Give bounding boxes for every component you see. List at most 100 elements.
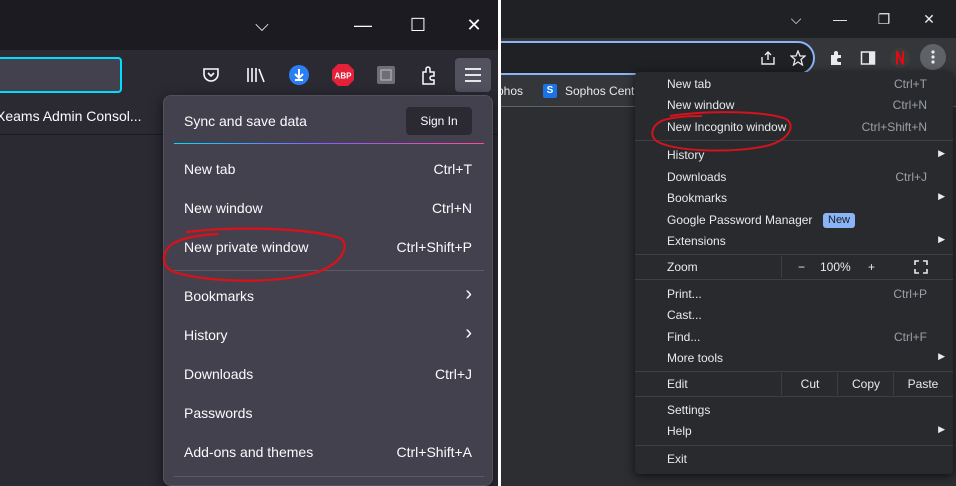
netflix-extension-icon[interactable] [889,47,911,69]
menu-item-addons[interactable]: Add-ons and themes Ctrl+Shift+A [164,434,492,470]
menu-item-label: More tools [667,351,724,365]
menu-item-label: History [667,148,705,162]
minimize-button[interactable]: — [828,8,852,30]
copy-button[interactable]: Copy [837,373,894,395]
menu-item-label: Google Password Manager [667,213,813,227]
zoom-controls: − 100% + [781,256,954,278]
cut-button[interactable]: Cut [781,373,838,395]
menu-item-new-window[interactable]: New window Ctrl+N [635,95,953,116]
submenu-arrow-icon: ▶ [938,148,945,158]
menu-item-label: Settings [667,403,711,417]
accent-divider [174,143,484,144]
menu-item-cast[interactable]: Cast... [635,305,953,326]
menu-item-more-tools[interactable]: More tools ▶ [635,348,953,369]
menu-separator [635,279,953,280]
menu-item-help[interactable]: Help ▶ [635,421,953,442]
menu-item-new-tab[interactable]: New tab Ctrl+T [164,151,492,187]
menu-item-shortcut: Ctrl+P [893,287,927,301]
extension-square-icon[interactable] [373,62,399,88]
tab-search-button[interactable]: ⌵ [784,8,808,30]
menu-item-shortcut: Ctrl+J [895,170,927,184]
menu-item-exit[interactable]: Exit [635,449,953,470]
menu-item-new-window[interactable]: New window Ctrl+N [164,190,492,226]
menu-separator [635,445,953,446]
extensions-puzzle-icon[interactable] [826,47,848,69]
menu-item-label: Downloads [667,170,727,184]
menu-item-shortcut: Ctrl+T [433,161,473,177]
side-panel-icon[interactable] [857,47,879,69]
hamburger-menu-button[interactable] [455,58,491,92]
menu-item-bookmarks[interactable]: Bookmarks › [164,278,492,314]
close-button[interactable]: ✕ [461,13,487,37]
restore-button[interactable]: ❐ [872,8,896,30]
menu-item-history[interactable]: History › [164,317,492,353]
menu-item-label: Downloads [184,366,254,382]
paste-button[interactable]: Paste [893,373,952,395]
abp-label: ABP [335,72,353,81]
hamburger-icon [465,68,481,82]
star-icon[interactable] [788,48,808,68]
menu-item-shortcut: Ctrl+N [431,200,472,216]
menu-item-password-manager[interactable]: Google Password Manager New [635,210,953,231]
list-all-tabs-button[interactable]: ⌵ [249,13,275,37]
chrome-window: ⌵ — ❐ ✕ phos S Sophos Centr New tab Ctrl… [501,0,956,486]
menu-item-print[interactable]: Print... Ctrl+P [635,284,953,305]
menu-item-shortcut: Ctrl+Shift+P [396,239,472,255]
chrome-main-menu: New tab Ctrl+T New window Ctrl+N New Inc… [635,72,953,474]
maximize-button[interactable]: ☐ [405,13,431,37]
menu-item-extensions[interactable]: Extensions ▶ [635,231,953,252]
menu-item-passwords[interactable]: Passwords [164,395,492,431]
kebab-icon [931,50,935,64]
firefox-window: ⌵ — ☐ ✕ ABP Xeams Admin Consol... Sync a… [0,0,498,486]
submenu-arrow-icon: ▶ [938,191,945,201]
menu-item-label: Passwords [184,405,253,421]
menu-item-history[interactable]: History ▶ [635,145,953,166]
customize-menu-button[interactable] [920,44,946,70]
close-button[interactable]: ✕ [917,8,941,30]
zoom-level: 100% [820,260,851,274]
share-icon[interactable] [758,48,778,68]
menu-item-new-tab[interactable]: New tab Ctrl+T [635,74,953,95]
menu-item-label: Help [667,424,692,438]
pocket-icon[interactable] [198,62,224,88]
menu-item-new-incognito-window[interactable]: New Incognito window Ctrl+Shift+N [635,117,953,138]
bookmark-sophos-central[interactable]: Sophos Centr [565,84,638,98]
chevron-right-icon: › [465,283,472,305]
menu-item-label: Exit [667,452,688,466]
url-bar[interactable] [0,57,122,93]
menu-separator [635,140,953,141]
zoom-label: Zoom [667,260,698,274]
menu-item-downloads[interactable]: Downloads Ctrl+J [635,167,953,188]
menu-item-label: New window [667,98,735,112]
sign-in-button[interactable]: Sign In [406,107,472,135]
abp-icon[interactable]: ABP [330,62,356,88]
download-icon[interactable] [286,62,312,88]
edit-label: Edit [667,377,688,391]
menu-item-label: New tab [184,161,236,177]
menu-item-shortcut: Ctrl+N [892,98,927,112]
menu-item-label: New private window [184,239,309,255]
sophos-icon: S [543,84,557,98]
menu-item-bookmarks[interactable]: Bookmarks ▶ [635,188,953,209]
menu-item-shortcut: Ctrl+F [894,330,927,344]
menu-separator [635,396,953,397]
library-icon[interactable] [243,62,269,88]
bookmark-sophos-partial[interactable]: phos [501,84,523,98]
menu-item-shortcut: Ctrl+Shift+N [861,120,927,134]
menu-item-new-private-window[interactable]: New private window Ctrl+Shift+P [164,229,492,265]
fullscreen-icon[interactable] [914,260,928,274]
menu-item-label: Find... [667,330,701,344]
zoom-in-button[interactable]: + [868,260,875,274]
menu-item-find[interactable]: Find... Ctrl+F [635,327,953,348]
minimize-button[interactable]: — [350,13,376,37]
menu-separator [635,254,953,255]
bookmark-xeams[interactable]: Xeams Admin Consol... [0,108,142,124]
zoom-out-button[interactable]: − [798,260,805,274]
zoom-row: Zoom − 100% + [635,256,953,278]
menu-separator [174,476,484,477]
menu-item-downloads[interactable]: Downloads Ctrl+J [164,356,492,392]
menu-item-settings[interactable]: Settings [635,400,953,421]
menu-item-label: Bookmarks [667,191,728,205]
submenu-arrow-icon: ▶ [938,424,945,434]
extensions-icon[interactable] [417,62,443,88]
